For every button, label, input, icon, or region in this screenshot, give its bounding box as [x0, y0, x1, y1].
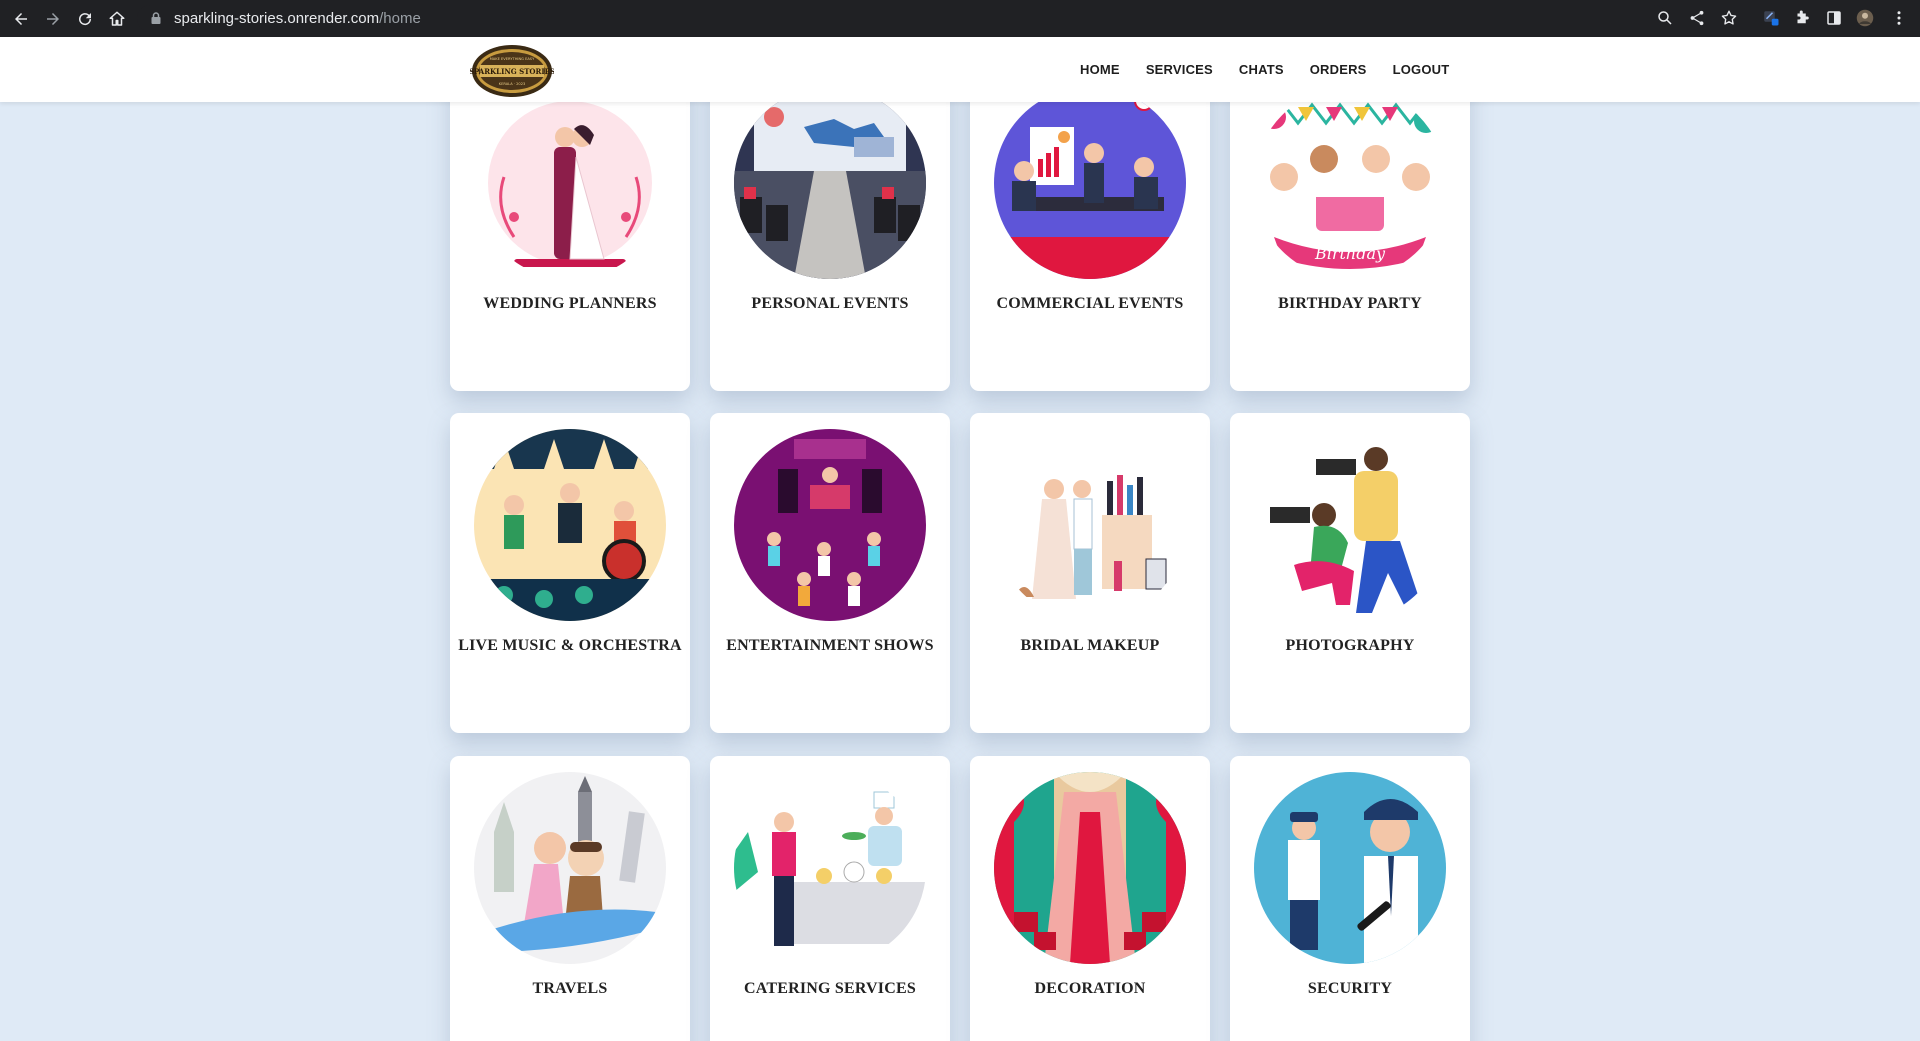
photographers-illustration-icon: [1254, 429, 1446, 621]
main-navigation: HOME SERVICES CHATS ORDERS LOGOUT: [1080, 37, 1449, 102]
service-card-travels[interactable]: TRAVELS: [450, 756, 690, 1041]
decorated-aisle-illustration-icon: [994, 772, 1186, 964]
service-title: WEDDING PLANNERS: [483, 295, 657, 312]
service-card-catering-services[interactable]: CATERING SERVICES: [710, 756, 950, 1041]
service-title: ENTERTAINMENT SHOWS: [726, 637, 934, 654]
buffet-chef-illustration-icon: [734, 772, 926, 964]
services-grid: WEDDING PLANNERS PERSONAL EVENTS COMMERC…: [0, 0, 1920, 1041]
travel-landmarks-illustration-icon: [474, 772, 666, 964]
service-card-personal-events[interactable]: PERSONAL EVENTS: [710, 71, 950, 391]
service-title: PERSONAL EVENTS: [751, 295, 909, 312]
nav-services[interactable]: SERVICES: [1146, 62, 1213, 77]
conference-hall-illustration-icon: [734, 87, 926, 279]
service-title: SECURITY: [1307, 980, 1393, 997]
nav-home[interactable]: HOME: [1080, 62, 1120, 77]
service-card-bridal-makeup[interactable]: BRIDAL MAKEUP: [970, 413, 1210, 733]
security-guards-illustration-icon: [1254, 772, 1446, 964]
service-card-wedding-planners[interactable]: WEDDING PLANNERS: [450, 71, 690, 391]
service-title: DECORATION: [1034, 980, 1146, 997]
makeup-artist-illustration-icon: [994, 429, 1186, 621]
sparkling-stories-logo[interactable]: SPARKLING STORIES MAKE EVERYTHING EASY K…: [469, 43, 555, 99]
service-title: LIVE MUSIC & ORCHESTRA: [458, 637, 682, 654]
site-header: SPARKLING STORIES MAKE EVERYTHING EASY K…: [0, 37, 1920, 102]
service-title: COMMERCIAL EVENTS: [996, 295, 1184, 312]
svg-text:SPARKLING STORIES: SPARKLING STORIES: [470, 67, 554, 76]
birthday-cake-illustration-icon: Birthday: [1254, 87, 1446, 279]
nav-logout[interactable]: LOGOUT: [1393, 62, 1450, 77]
service-title: PHOTOGRAPHY: [1285, 637, 1415, 654]
service-card-decoration[interactable]: DECORATION: [970, 756, 1210, 1041]
business-meeting-illustration-icon: [994, 87, 1186, 279]
service-card-birthday-party[interactable]: Birthday BIRTHDAY PARTY: [1230, 71, 1470, 391]
service-card-entertainment-shows[interactable]: ENTERTAINMENT SHOWS: [710, 413, 950, 733]
service-title: TRAVELS: [532, 980, 608, 997]
concert-band-illustration-icon: [474, 429, 666, 621]
service-card-security[interactable]: SECURITY: [1230, 756, 1470, 1041]
svg-text:MAKE EVERYTHING EASY: MAKE EVERYTHING EASY: [490, 57, 535, 61]
nav-orders[interactable]: ORDERS: [1310, 62, 1367, 77]
svg-text:Birthday: Birthday: [1314, 244, 1386, 263]
service-card-photography[interactable]: PHOTOGRAPHY: [1230, 413, 1470, 733]
service-title: BRIDAL MAKEUP: [1020, 637, 1160, 654]
nav-chats[interactable]: CHATS: [1239, 62, 1284, 77]
service-title: BIRTHDAY PARTY: [1278, 295, 1422, 312]
service-card-commercial-events[interactable]: COMMERCIAL EVENTS: [970, 71, 1210, 391]
svg-text:KERALA · 2023: KERALA · 2023: [499, 82, 526, 86]
dance-party-illustration-icon: [734, 429, 926, 621]
service-card-live-music-orchestra[interactable]: LIVE MUSIC & ORCHESTRA: [450, 413, 690, 733]
wedding-couple-illustration-icon: [474, 87, 666, 279]
service-title: CATERING SERVICES: [744, 980, 916, 997]
